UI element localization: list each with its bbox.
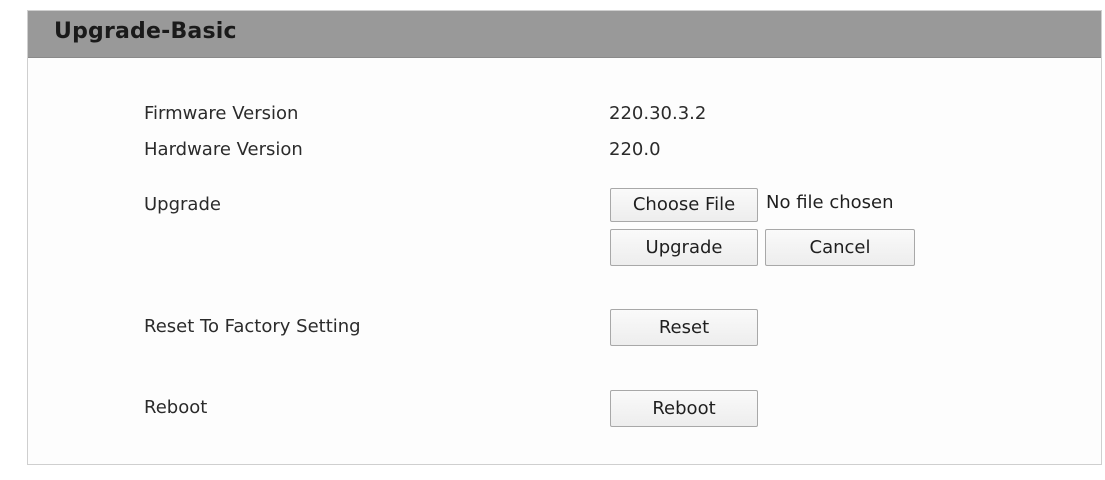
upgrade-label: Upgrade <box>144 194 221 215</box>
hardware-version-value: 220.0 <box>609 139 661 160</box>
panel-header: Upgrade-Basic <box>28 11 1101 58</box>
cancel-button[interactable]: Cancel <box>765 229 915 266</box>
reboot-button[interactable]: Reboot <box>610 390 758 427</box>
upgrade-button[interactable]: Upgrade <box>610 229 758 266</box>
reboot-label: Reboot <box>144 397 208 418</box>
reset-button[interactable]: Reset <box>610 309 758 346</box>
choose-file-button[interactable]: Choose File <box>610 188 758 222</box>
firmware-version-value: 220.30.3.2 <box>609 103 707 124</box>
firmware-version-label: Firmware Version <box>144 103 299 124</box>
panel-title: Upgrade-Basic <box>54 19 237 44</box>
upgrade-basic-panel: Upgrade-Basic Firmware Version 220.30.3.… <box>27 10 1102 465</box>
file-status-text: No file chosen <box>766 192 894 213</box>
reset-factory-label: Reset To Factory Setting <box>144 316 361 337</box>
hardware-version-label: Hardware Version <box>144 139 303 160</box>
